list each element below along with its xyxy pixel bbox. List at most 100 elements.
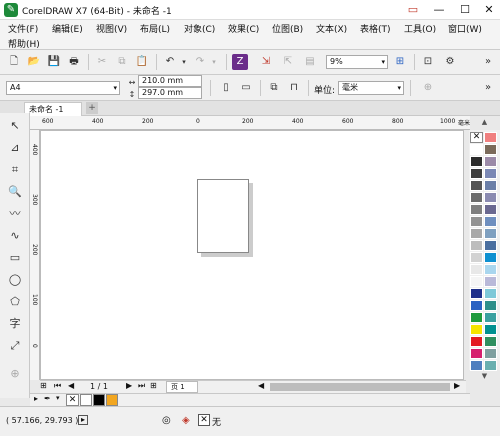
menu-file[interactable]: 文件(F) xyxy=(8,22,38,35)
text-tool-icon[interactable]: 字 xyxy=(5,315,25,333)
artistic-media-tool-icon[interactable]: ∿ xyxy=(5,227,25,245)
zoom-level-select[interactable]: 9% ▾ xyxy=(326,55,388,69)
palette-swatch[interactable] xyxy=(470,156,483,167)
document-tab[interactable]: 未命名 -1 xyxy=(24,102,82,116)
polygon-tool-icon[interactable]: ⬠ xyxy=(5,293,25,311)
palette-swatch[interactable] xyxy=(484,252,497,263)
palette-swatch[interactable] xyxy=(484,204,497,215)
palette-swatch[interactable] xyxy=(484,360,497,371)
palette-swatch[interactable] xyxy=(484,300,497,311)
page[interactable] xyxy=(197,179,249,253)
shape-tool-icon[interactable]: ⊿ xyxy=(5,139,25,157)
palette-swatch[interactable] xyxy=(470,180,483,191)
cut-icon[interactable]: ✂ xyxy=(94,54,110,70)
toolbar-overflow-icon[interactable]: » xyxy=(480,54,496,70)
print-icon[interactable]: 🖶 xyxy=(66,54,82,70)
palette-swatch[interactable] xyxy=(484,288,497,299)
palette-swatch[interactable] xyxy=(470,204,483,215)
palette-scroll-down-icon[interactable]: ▼ xyxy=(469,372,500,382)
add-document-tab-button[interactable]: + xyxy=(86,102,98,114)
menu-view[interactable]: 视图(V) xyxy=(96,22,127,35)
eyedropper-icon[interactable]: ✒ xyxy=(44,394,51,403)
document-palette-menu-icon[interactable]: ▸ xyxy=(34,394,38,403)
palette-swatch[interactable] xyxy=(484,324,497,335)
menu-object[interactable]: 对象(C) xyxy=(184,22,215,35)
horizontal-scrollbar-thumb[interactable] xyxy=(270,383,450,391)
palette-swatch[interactable] xyxy=(484,240,497,251)
palette-swatch[interactable] xyxy=(470,192,483,203)
palette-swatch[interactable] xyxy=(470,144,483,155)
palette-swatch[interactable] xyxy=(484,276,497,287)
palette-swatch[interactable] xyxy=(484,312,497,323)
palette-swatch[interactable] xyxy=(470,312,483,323)
status-menu-icon[interactable]: ▸ xyxy=(78,415,88,425)
insert-page-after-icon[interactable]: ⊞ xyxy=(150,381,157,390)
ellipse-tool-icon[interactable]: ◯ xyxy=(5,271,25,289)
page-tab[interactable]: 页 1 xyxy=(166,381,198,393)
close-button[interactable]: ✕ xyxy=(476,0,500,20)
menu-text[interactable]: 文本(X) xyxy=(316,22,347,35)
rectangle-tool-icon[interactable]: ▭ xyxy=(5,249,25,267)
color-proofing-icon[interactable]: ◎ xyxy=(162,415,171,426)
palette-swatch[interactable] xyxy=(484,180,497,191)
open-icon[interactable]: 📂 xyxy=(26,54,42,70)
paste-icon[interactable]: 📋 xyxy=(134,54,150,70)
previous-page-icon[interactable]: ◀ xyxy=(68,381,74,390)
palette-swatch[interactable] xyxy=(484,216,497,227)
palette-swatch[interactable] xyxy=(470,264,483,275)
first-page-icon[interactable]: ⏮ xyxy=(54,381,61,391)
nudge-distance-icon[interactable]: ⊕ xyxy=(420,80,436,96)
unit-select[interactable]: 毫米 ▾ xyxy=(338,81,404,95)
next-page-icon[interactable]: ▶ xyxy=(126,381,132,390)
current-page-icon[interactable]: ⊓ xyxy=(286,80,302,96)
menu-tools[interactable]: 工具(O) xyxy=(404,22,436,35)
copy-icon[interactable]: ⧉ xyxy=(114,54,130,70)
account-icon[interactable]: ▭ xyxy=(400,0,426,20)
last-page-icon[interactable]: ⏭ xyxy=(138,381,145,391)
all-pages-icon[interactable]: ⧉ xyxy=(266,80,282,96)
palette-swatch[interactable] xyxy=(484,348,497,359)
palette-swatch[interactable] xyxy=(484,168,497,179)
property-bar-overflow-icon[interactable]: » xyxy=(480,80,496,96)
palette-swatch[interactable] xyxy=(484,228,497,239)
palette-swatch[interactable] xyxy=(470,360,483,371)
parallel-dimension-tool-icon[interactable]: ⤢ xyxy=(5,337,25,355)
palette-swatch[interactable] xyxy=(470,300,483,311)
palette-swatch[interactable] xyxy=(484,156,497,167)
menu-effects[interactable]: 效果(C) xyxy=(228,22,259,35)
palette-swatch[interactable] xyxy=(470,348,483,359)
portrait-icon[interactable]: ▯ xyxy=(218,80,234,96)
landscape-icon[interactable]: ▭ xyxy=(238,80,254,96)
drawing-canvas[interactable] xyxy=(40,130,464,380)
minimize-button[interactable]: — xyxy=(426,0,452,20)
no-color-swatch[interactable]: ✕ xyxy=(470,132,483,143)
orange-swatch[interactable] xyxy=(106,394,118,406)
palette-swatch[interactable] xyxy=(470,276,483,287)
redo-dropdown-icon[interactable]: ▾ xyxy=(206,54,222,70)
options-icon[interactable]: ⚙ xyxy=(442,54,458,70)
palette-swatch[interactable] xyxy=(470,336,483,347)
palette-swatch[interactable] xyxy=(484,144,497,155)
snap-to-icon[interactable]: ⊡ xyxy=(420,54,436,70)
import-icon[interactable]: ⇲ xyxy=(258,54,274,70)
menu-table[interactable]: 表格(T) xyxy=(360,22,391,35)
menu-help[interactable]: 帮助(H) xyxy=(8,37,40,50)
palette-swatch[interactable] xyxy=(470,216,483,227)
palette-swatch[interactable] xyxy=(470,252,483,263)
publish-pdf-icon[interactable]: ▤ xyxy=(302,54,318,70)
palette-swatch[interactable] xyxy=(484,192,497,203)
palette-swatch[interactable] xyxy=(484,264,497,275)
menu-window[interactable]: 窗口(W) xyxy=(448,22,482,35)
palette-swatch[interactable] xyxy=(470,228,483,239)
menu-edit[interactable]: 编辑(E) xyxy=(52,22,83,35)
page-size-select[interactable]: A4 ▾ xyxy=(6,81,120,95)
zoom-tool-icon[interactable]: 🔍 xyxy=(5,183,25,201)
palette-swatch[interactable] xyxy=(470,288,483,299)
export-icon[interactable]: ⇱ xyxy=(280,54,296,70)
palette-swatch[interactable] xyxy=(484,336,497,347)
new-document-icon[interactable]: 🗋 xyxy=(6,54,22,70)
no-color-swatch[interactable]: ✕ xyxy=(66,394,79,406)
page-width-input[interactable]: 210.0 mm xyxy=(138,75,202,87)
page-height-input[interactable]: 297.0 mm xyxy=(138,87,202,99)
palette-swatch[interactable] xyxy=(470,324,483,335)
